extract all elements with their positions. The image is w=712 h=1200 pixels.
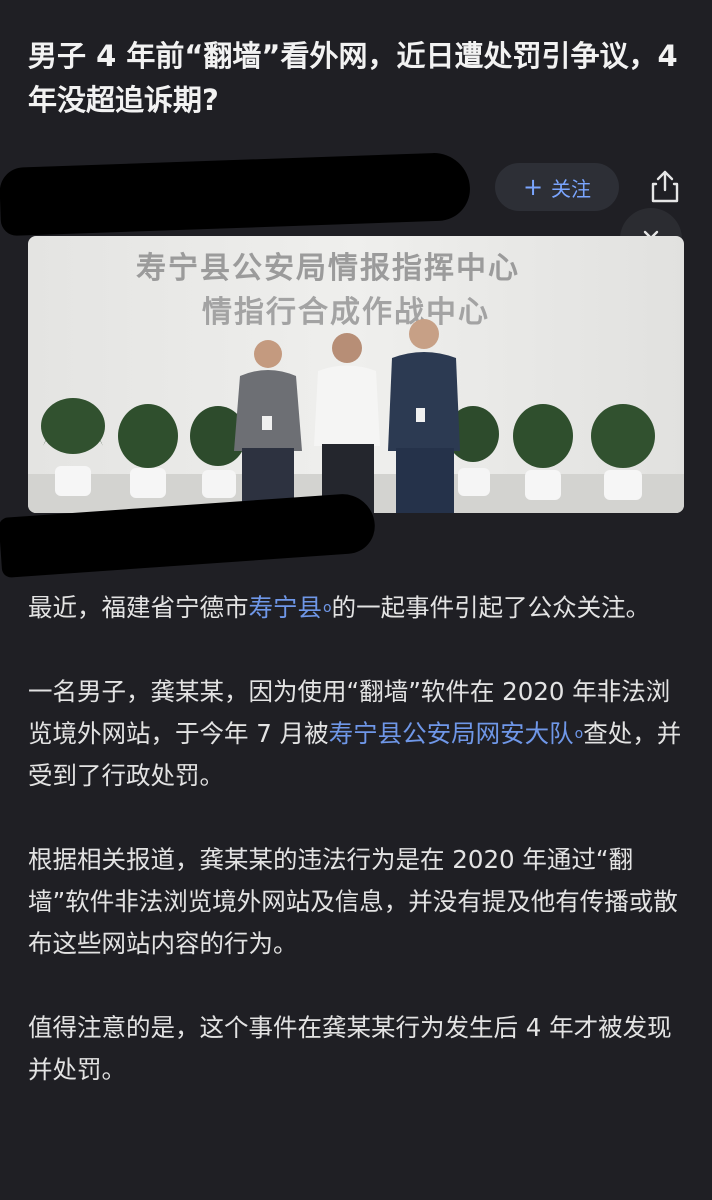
follow-button[interactable]: + 关注 bbox=[495, 163, 619, 211]
share-icon bbox=[651, 170, 679, 203]
redaction-mark bbox=[0, 151, 472, 237]
paragraph-text: 最近，福建省宁德市 bbox=[28, 593, 249, 622]
article-body: 最近，福建省宁德市寿宁县o的一起事件引起了公众关注。 一名男子，龚某某，因为使用… bbox=[28, 587, 688, 1133]
keyword-link-text[interactable]: 寿宁县 bbox=[249, 593, 323, 622]
article-paragraph: 值得注意的是，这个事件在龚某某行为发生后 4 年才被发现并处罚。 bbox=[28, 1013, 672, 1084]
photo-sign-line2: 情指行合成作战中心 bbox=[202, 295, 490, 330]
keyword-link-text[interactable]: 寿宁县公安局网安大队 bbox=[329, 719, 574, 748]
article-paragraph: 根据相关报道，龚某某的违法行为是在 2020 年通过“翻墙”软件非法浏览境外网站… bbox=[28, 845, 678, 958]
search-hint-icon: o bbox=[323, 600, 332, 616]
plus-icon: + bbox=[522, 173, 544, 201]
share-button[interactable] bbox=[642, 164, 688, 210]
search-hint-icon: o bbox=[574, 726, 584, 742]
article-paragraph: 最近，福建省宁德市寿宁县o的一起事件引起了公众关注。 bbox=[28, 587, 688, 629]
paragraph-text: 的一起事件引起了公众关注。 bbox=[331, 593, 651, 622]
article-photo: 寿宁县公安局情报指挥中心 情指行合成作战中心 bbox=[28, 236, 684, 513]
article-paragraph: 一名男子，龚某某，因为使用“翻墙”软件在 2020 年非法浏览境外网站，于今年 … bbox=[28, 671, 688, 797]
follow-label: 关注 bbox=[551, 176, 592, 201]
photo-sign-line1: 寿宁县公安局情报指挥中心 bbox=[136, 251, 520, 286]
keyword-link[interactable]: 寿宁县o bbox=[249, 593, 332, 622]
article-title: 男子 4 年前“翻墙”看外网，近日遭处罚引争议，4 年没超追诉期? bbox=[28, 39, 678, 117]
keyword-link[interactable]: 寿宁县公安局网安大队o bbox=[329, 719, 584, 748]
